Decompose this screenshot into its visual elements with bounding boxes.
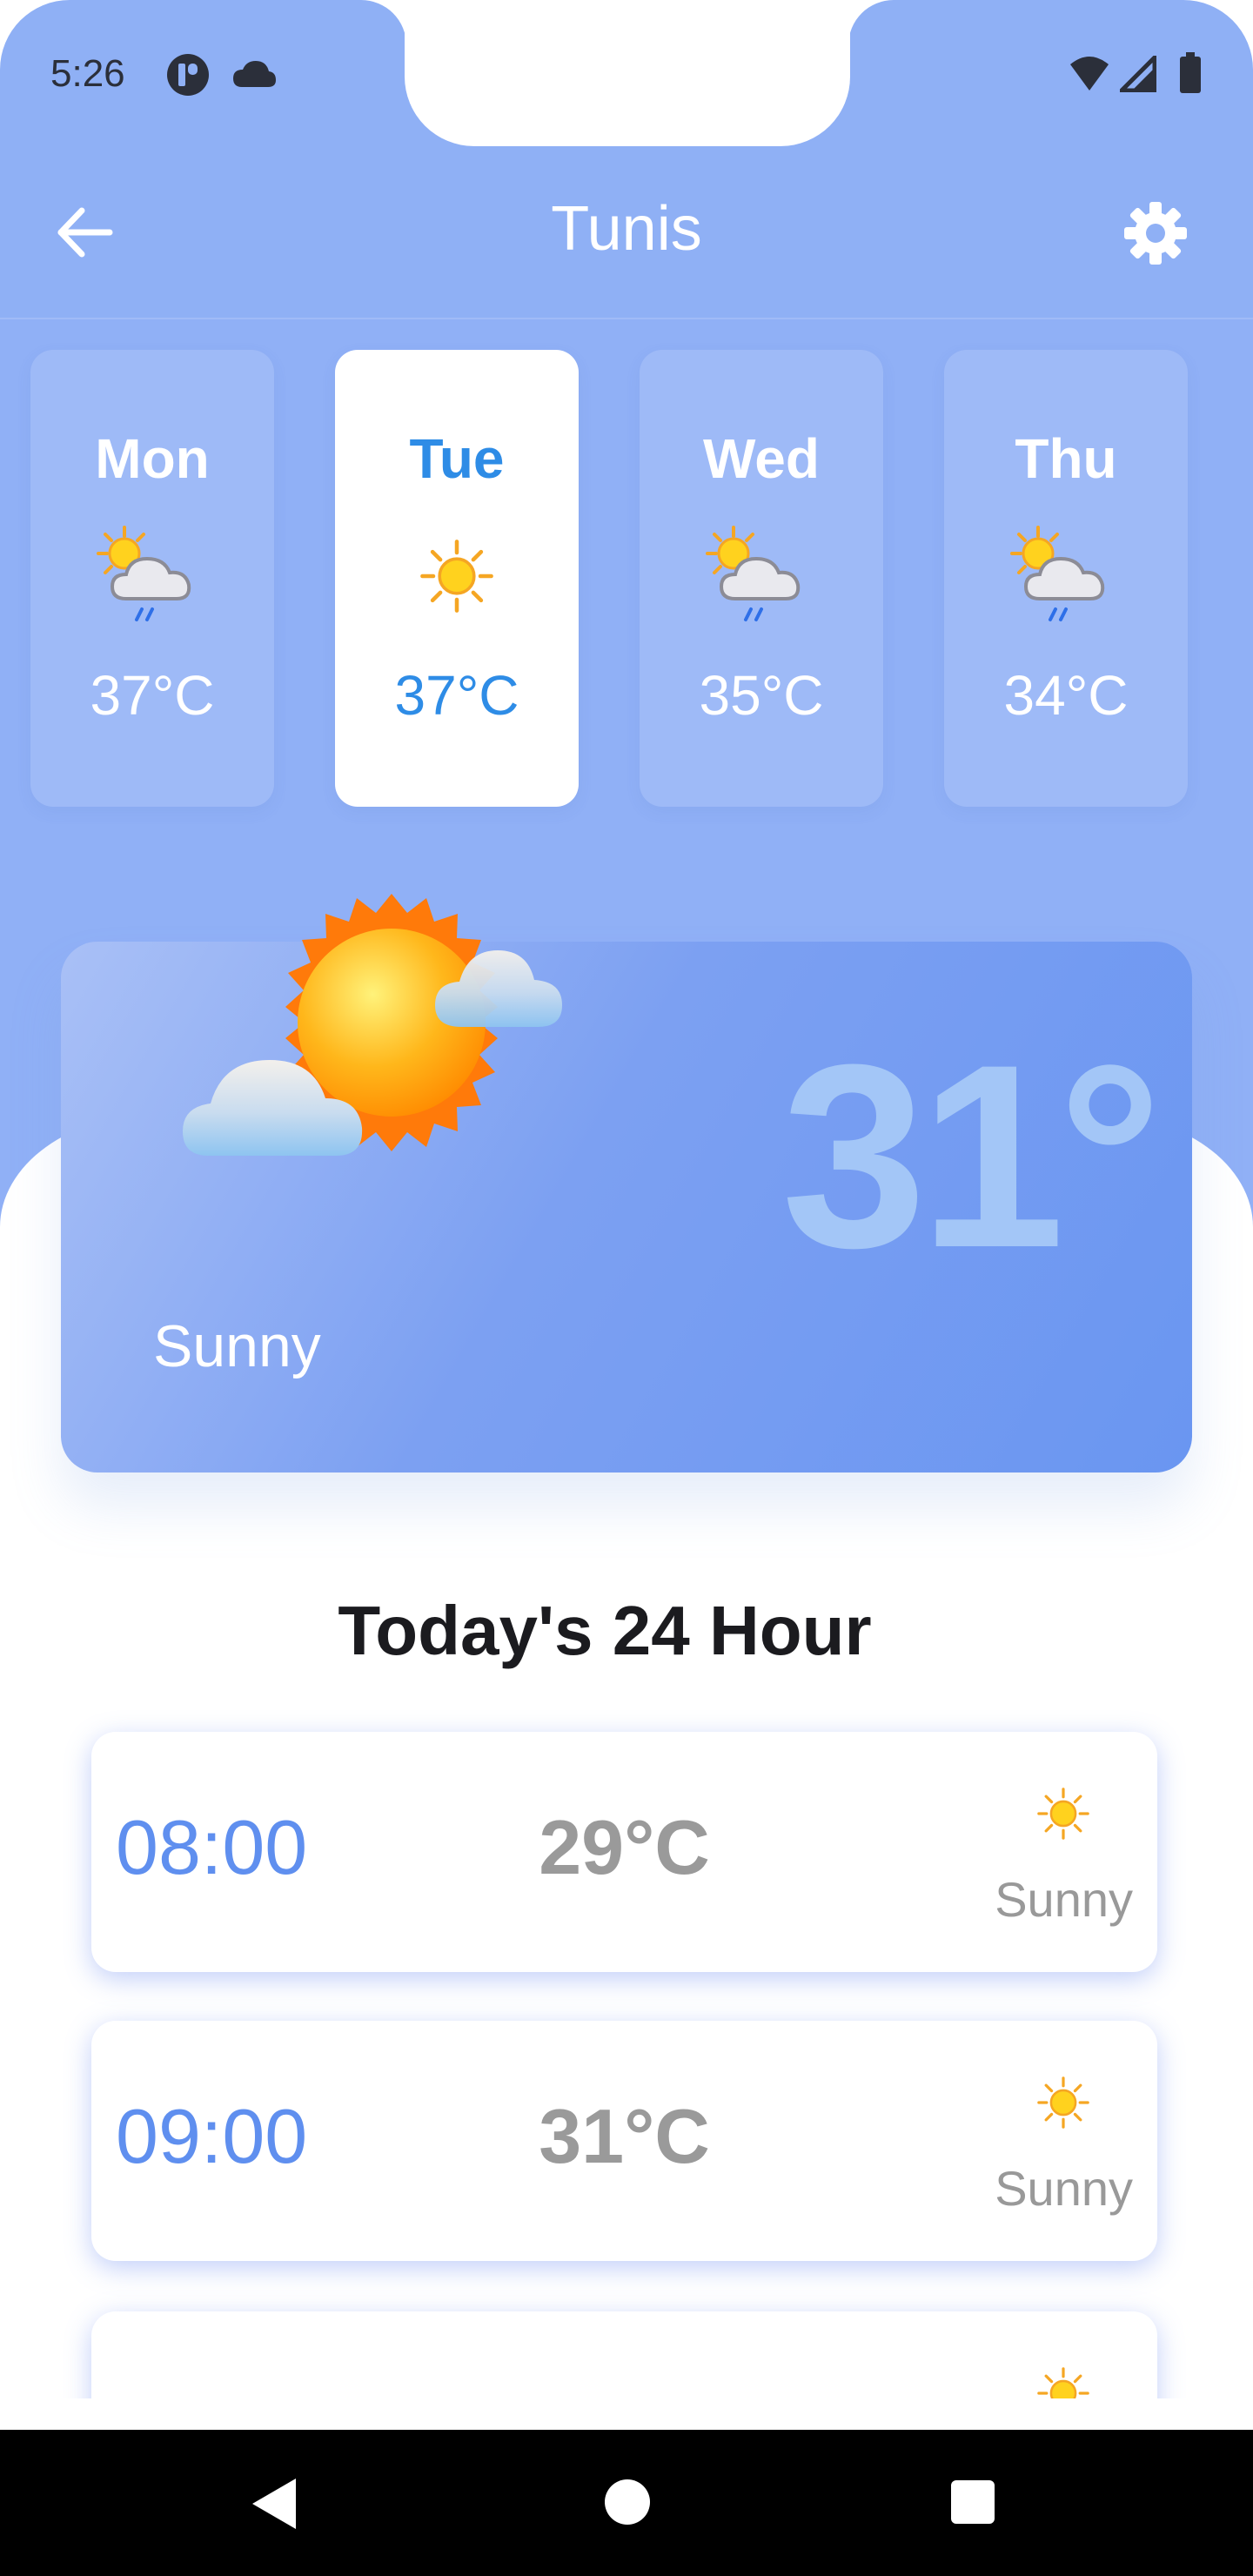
day-card-tue[interactable]: Tue 37°C: [335, 350, 579, 807]
page-title: Tunis: [551, 194, 702, 264]
day-card-mon[interactable]: Mon 37°C: [30, 350, 274, 807]
nav-back-icon[interactable]: [249, 2477, 299, 2531]
sun-icon: [418, 537, 496, 615]
day-name: Tue: [409, 427, 505, 490]
hour-row[interactable]: 09:00 31°C Sunny: [91, 2021, 1157, 2261]
hourly-list[interactable]: 08:00 29°C Sunny 09:00 31°C Sunny: [0, 1706, 1253, 2398]
sun-cloud-rain-icon: [700, 524, 822, 637]
current-temperature: 31°: [781, 1010, 1163, 1302]
signal-icon: [1120, 56, 1156, 92]
day-card-thu[interactable]: Thu 34°C: [944, 350, 1188, 807]
sun-cloud-rain-icon: [91, 524, 213, 637]
battery-icon: [1180, 52, 1201, 93]
day-temp: 37°C: [394, 664, 519, 727]
status-time: 5:26: [50, 52, 125, 95]
settings-gear-icon[interactable]: [1122, 200, 1189, 266]
hour-row[interactable]: [91, 2311, 1157, 2398]
cloud-status-icon: [233, 61, 276, 87]
nav-home-icon[interactable]: [605, 2479, 650, 2525]
day-temp: 34°C: [1003, 664, 1129, 727]
day-name: Wed: [703, 427, 820, 490]
sun-icon: [1035, 2075, 1091, 2130]
day-card-wed[interactable]: Wed 35°C: [640, 350, 883, 807]
day-name: Mon: [95, 427, 210, 490]
wifi-icon: [1070, 57, 1109, 91]
day-temp: 37°C: [90, 664, 215, 727]
nav-recents-icon[interactable]: [951, 2480, 995, 2524]
day-temp: 35°C: [699, 664, 824, 727]
sun-cloud-rain-icon: [1005, 524, 1127, 637]
sun-icon: [1035, 1786, 1091, 1841]
hourly-section-title: Today's 24 Hour: [338, 1592, 872, 1669]
hour-row[interactable]: 08:00 29°C Sunny: [91, 1732, 1157, 1972]
camera-notch: [405, 0, 850, 146]
hour-condition: Sunny: [995, 2161, 1133, 2216]
sun-clouds-icon: [183, 894, 562, 1156]
hour-condition: Sunny: [995, 1872, 1133, 1927]
sun-icon: [1035, 2365, 1091, 2398]
app-notification-icon: [167, 54, 209, 96]
day-name: Thu: [1015, 427, 1117, 490]
current-condition: Sunny: [153, 1313, 321, 1379]
